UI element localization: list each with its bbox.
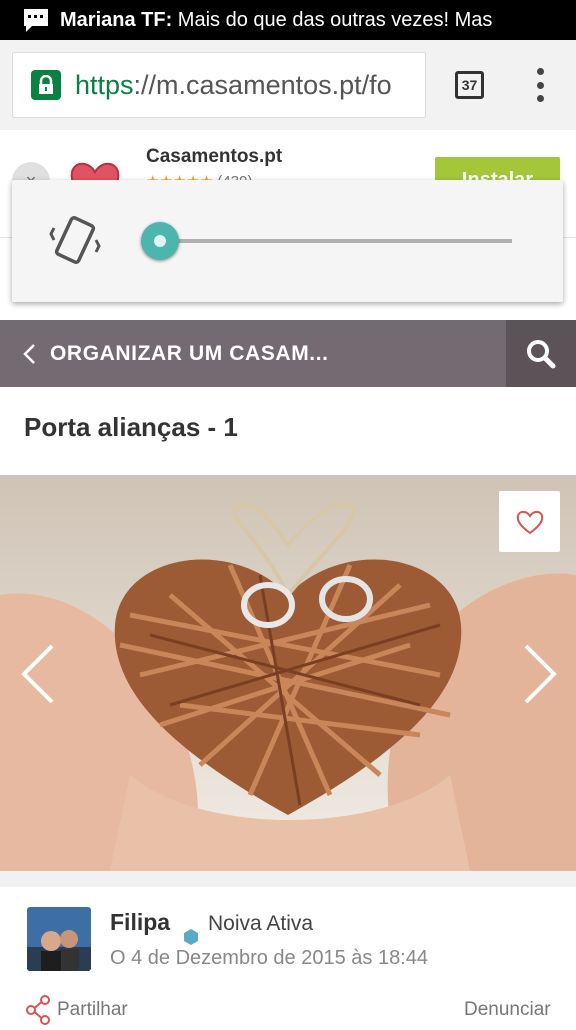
chevron-left-icon[interactable] xyxy=(18,642,58,706)
badge-hexagon-icon xyxy=(183,929,199,945)
post-meta: Filipa Noiva Ativa O 4 de Dezembro de 20… xyxy=(0,871,576,1025)
vibrate-icon[interactable] xyxy=(48,210,102,270)
share-icon[interactable] xyxy=(26,995,50,1025)
favorite-button[interactable] xyxy=(499,491,560,552)
chat-icon xyxy=(16,0,56,40)
post-date: O 4 de Dezembro de 2015 às 18:44 xyxy=(110,947,428,969)
author-name[interactable]: Filipa xyxy=(110,909,170,936)
notification-bar[interactable]: Mariana TF: Mais do que das outras vezes… xyxy=(0,0,576,40)
more-menu-icon[interactable] xyxy=(530,68,550,102)
browser-toolbar: https://m.casamentos.pt/fo 37 xyxy=(0,40,576,130)
chevron-right-icon[interactable] xyxy=(520,642,560,706)
avatar[interactable] xyxy=(27,907,91,971)
page-title: Porta alianças - 1 xyxy=(24,412,238,442)
post-photo[interactable] xyxy=(0,475,576,871)
notification-text: Mariana TF: Mais do que das outras vezes… xyxy=(60,9,492,32)
site-nav-bar: ORGANIZAR UM CASAM... xyxy=(0,320,576,387)
lock-icon xyxy=(31,70,61,100)
search-button[interactable] xyxy=(506,320,576,387)
heart-icon xyxy=(516,510,543,534)
volume-panel xyxy=(12,180,563,302)
volume-slider-track[interactable] xyxy=(162,239,512,243)
section-title[interactable]: ORGANIZAR UM CASAM... xyxy=(50,320,329,387)
notification-sender: Mariana TF: xyxy=(60,8,173,31)
ring-heart-image xyxy=(0,475,576,871)
app-name: Casamentos.pt xyxy=(146,146,283,167)
url-rest: ://m.casamentos.pt/fo xyxy=(133,69,392,100)
share-link[interactable]: Partilhar xyxy=(57,999,128,1021)
report-link[interactable]: Denunciar xyxy=(464,999,551,1021)
back-chevron-icon[interactable] xyxy=(20,342,40,366)
author-badge: Noiva Ativa xyxy=(208,912,314,935)
volume-slider-thumb[interactable] xyxy=(141,222,179,260)
url-scheme: https xyxy=(75,69,134,100)
url-text: https://m.casamentos.pt/fo xyxy=(75,70,392,101)
tab-switcher-button[interactable]: 37 xyxy=(455,71,484,99)
notification-message: Mais do que das outras vezes! Mas xyxy=(172,8,493,31)
search-icon xyxy=(527,339,556,368)
url-bar[interactable]: https://m.casamentos.pt/fo xyxy=(12,52,426,118)
